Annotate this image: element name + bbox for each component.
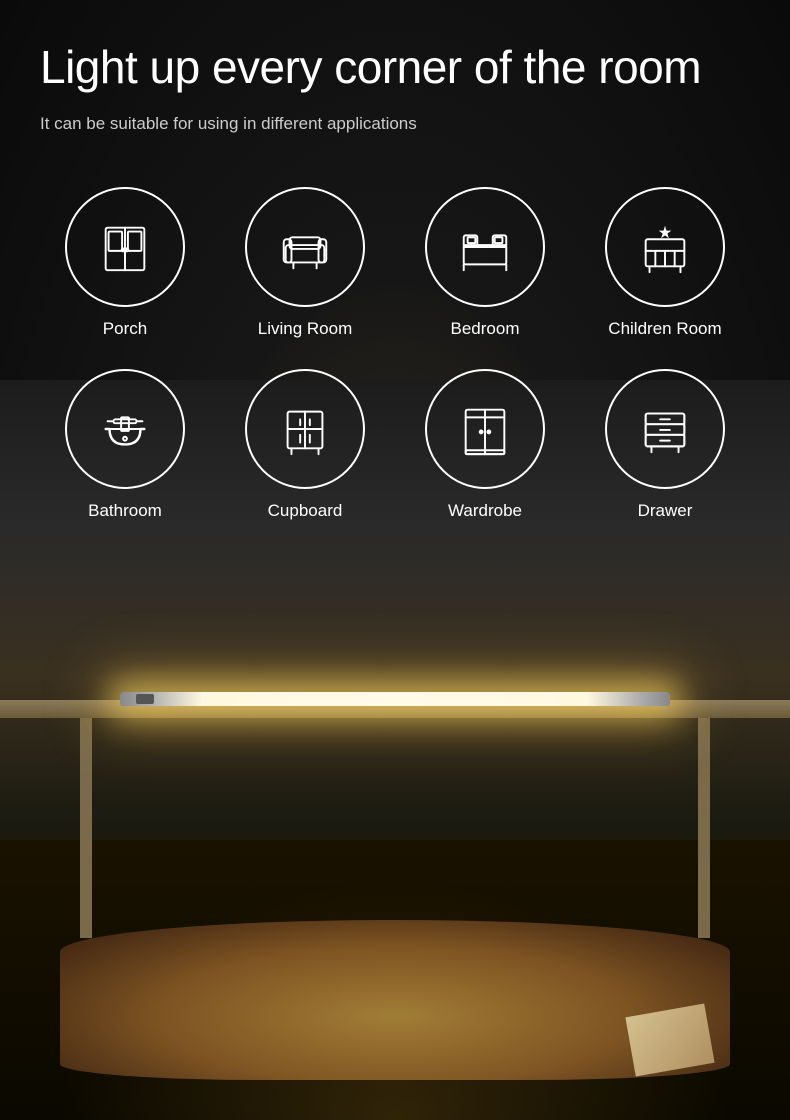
room-icons-grid: Porch Living Room [40,187,750,521]
icon-item-cupboard: Cupboard [220,369,390,521]
icon-item-bathroom: Bathroom [40,369,210,521]
page-title: Light up every corner of the room [40,40,750,95]
cupboard-icon [276,400,334,458]
sofa-icon [276,218,334,276]
icon-item-porch: Porch [40,187,210,339]
cupboard-icon-circle [245,369,365,489]
led-light-bar [120,692,670,706]
drawer-icon-circle [605,369,725,489]
page-subtitle: It can be suitable for using in differen… [40,111,460,137]
bathroom-icon [96,400,154,458]
wardrobe-label: Wardrobe [448,501,522,521]
icon-item-bedroom: Bedroom [400,187,570,339]
led-sensor [136,694,154,704]
bedroom-label: Bedroom [451,319,520,339]
children-room-icon-circle [605,187,725,307]
icon-item-children-room: Children Room [580,187,750,339]
main-content: Light up every corner of the room It can… [0,0,790,551]
living-room-icon-circle [245,187,365,307]
bedroom-icon-circle [425,187,545,307]
icon-item-living-room: Living Room [220,187,390,339]
wardrobe-icon-circle [425,369,545,489]
bathroom-icon-circle [65,369,185,489]
porch-icon-circle [65,187,185,307]
bed-icon [456,218,514,276]
wardrobe-icon [456,400,514,458]
desk-legs [80,718,710,938]
cupboard-label: Cupboard [268,501,343,521]
drawer-label: Drawer [638,501,693,521]
bathroom-label: Bathroom [88,501,162,521]
drawer-icon [636,400,694,458]
porch-label: Porch [103,319,147,339]
crib-icon [636,218,694,276]
porch-icon [96,218,154,276]
icon-item-drawer: Drawer [580,369,750,521]
icon-item-wardrobe: Wardrobe [400,369,570,521]
children-room-label: Children Room [608,319,721,339]
living-room-label: Living Room [258,319,353,339]
rug [60,920,730,1080]
